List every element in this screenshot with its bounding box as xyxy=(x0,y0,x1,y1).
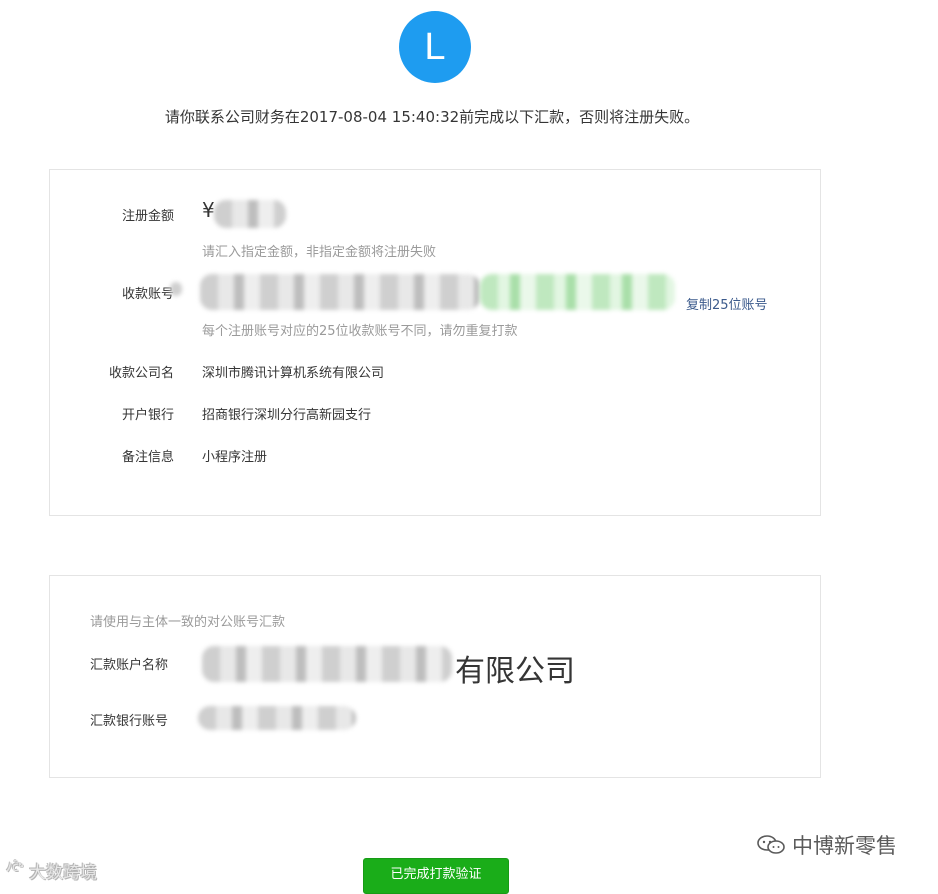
payer-account-redacted xyxy=(198,706,356,730)
payment-done-button[interactable]: 已完成打款验证 xyxy=(363,858,509,894)
account-number-redacted-green xyxy=(480,274,675,310)
account-label-redacted xyxy=(170,282,182,296)
company-value: 深圳市腾讯计算机系统有限公司 xyxy=(202,366,385,381)
bank-label: 开户银行 xyxy=(121,408,174,423)
remark-label: 备注信息 xyxy=(121,450,174,465)
deadline-notice: 请你联系公司财务在2017-08-04 15:40:32前完成以下汇款，否则将注… xyxy=(164,108,700,126)
account-hint: 每个注册账号对应的25位收款账号不同，请勿重复打款 xyxy=(202,324,518,339)
watermark-right: 中博新零售 xyxy=(756,830,897,862)
watermark-right-text: 中博新零售 xyxy=(792,834,897,858)
payer-name-redacted xyxy=(202,646,452,682)
company-label: 收款公司名 xyxy=(108,366,174,381)
payer-name-suffix: 有限公司 xyxy=(455,654,575,689)
payer-name-label: 汇款账户名称 xyxy=(90,658,169,673)
amount-value-redacted xyxy=(214,200,286,228)
payment-info-card: 注册金额 ¥ 请汇入指定金额，非指定金额将注册失败 收款账号 复制25位账号 每… xyxy=(49,169,821,516)
account-label: 收款账号 xyxy=(121,287,174,302)
remark-value: 小程序注册 xyxy=(202,450,268,465)
payer-info-card: 请使用与主体一致的对公账号汇款 汇款账户名称 有限公司 汇款银行账号 xyxy=(49,575,821,778)
payer-info-title: 请使用与主体一致的对公账号汇款 xyxy=(90,615,286,630)
amount-label: 注册金额 xyxy=(121,209,174,224)
watermark-left: ﾉc̊ᵒ 大数跨境 xyxy=(6,858,97,883)
copy-account-link[interactable]: 复制25位账号 xyxy=(686,294,768,313)
watermark-logo-icon: ﾉc̊ᵒ xyxy=(6,860,24,874)
watermark-left-text: 大数跨境 xyxy=(28,863,97,883)
avatar: L xyxy=(399,11,471,83)
chat-bubbles-icon xyxy=(756,833,786,862)
account-number-redacted xyxy=(200,274,480,310)
amount-hint: 请汇入指定金额，非指定金额将注册失败 xyxy=(202,245,437,260)
bank-value: 招商银行深圳分行高新园支行 xyxy=(202,408,372,423)
payer-account-label: 汇款银行账号 xyxy=(90,714,169,729)
amount-currency: ¥ xyxy=(202,198,215,222)
